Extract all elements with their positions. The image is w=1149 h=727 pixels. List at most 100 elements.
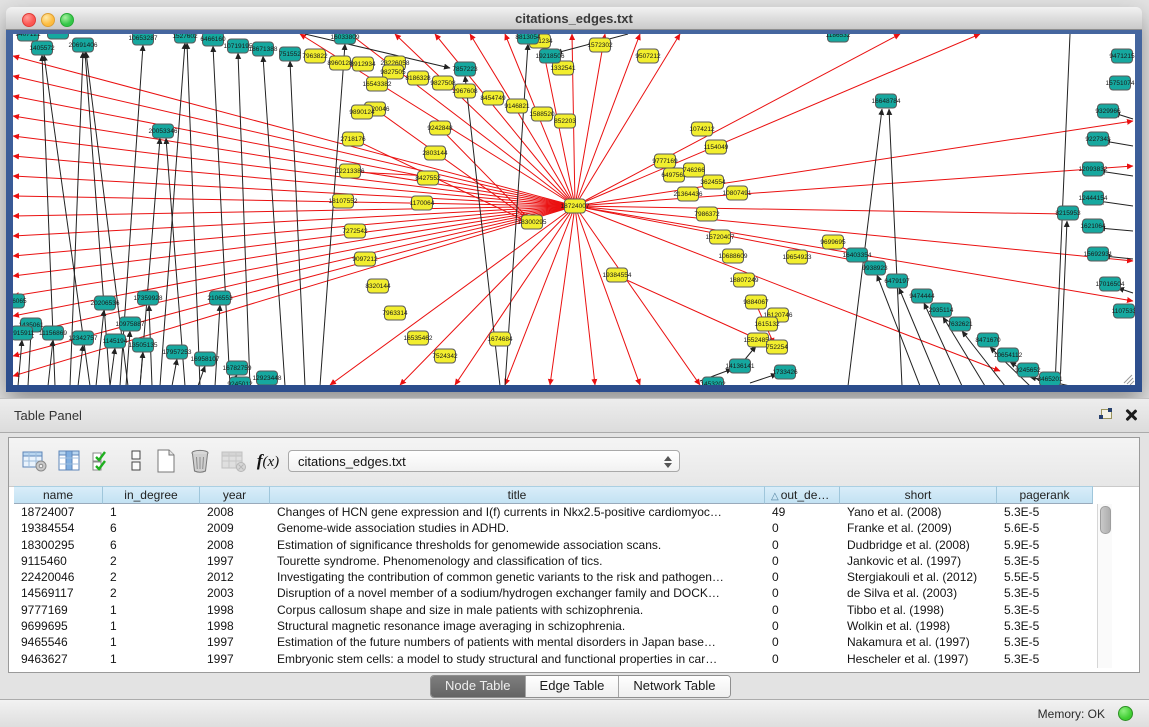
cell: 5.9E-5 [997,537,1093,553]
table-row[interactable]: 1938455462009Genome-wide association stu… [14,520,1093,536]
cell: Dudbridge et al. (2008) [840,537,997,553]
graph-edge[interactable] [13,206,575,336]
delete-entries-button[interactable] [186,447,214,475]
column-header-title[interactable]: title [270,486,765,504]
cell: 6 [103,537,200,553]
cell: 2 [103,585,200,601]
graph-canvas[interactable]: 1872400718300295193845549777169649756874… [13,34,1135,385]
cell: 9115460 [14,553,103,569]
cell: 9465546 [14,634,103,650]
cell: 2012 [200,569,270,585]
tab-edge-table[interactable]: Edge Table [526,676,620,697]
graph-edge[interactable] [575,166,1133,206]
table-row[interactable]: 1456911722003Disruption of a novel membe… [14,585,1093,601]
graph-node-label: 1154049 [704,144,729,151]
cell: 14569117 [14,585,103,601]
select-mode-button[interactable] [88,447,116,475]
cell: 5.3E-5 [997,504,1093,520]
graph-node-label: 8471670 [975,337,1001,344]
graph-edge[interactable] [575,34,900,206]
graph-node-label: 8960128 [327,60,353,67]
graph-node-label: 1405572 [29,45,55,52]
sort-ascending-icon: △ [771,491,779,502]
graph-node-label: 2935114 [929,307,954,314]
graph-edge[interactable] [575,34,640,206]
cell: 0 [765,585,840,601]
float-panel-icon[interactable] [1099,409,1113,421]
graph-edge[interactable] [238,53,250,385]
canvas-resize-grip[interactable] [1124,375,1134,385]
cell: 2 [103,569,200,585]
graph-edge[interactable] [140,352,143,385]
column-header-pagerank[interactable]: pagerank [997,486,1093,504]
new-table-button[interactable] [152,447,180,475]
graph-node-label: 12342757 [69,335,98,342]
table-settings-button[interactable] [21,447,49,475]
graph-node-label: 1527602 [172,34,198,40]
graph-edge[interactable] [172,359,177,385]
graph-edge[interactable] [550,206,575,385]
graph-edge[interactable] [215,305,220,385]
table-row[interactable]: 946362711997Embryonic stem cells: a mode… [14,651,1093,667]
table-selector-dropdown[interactable]: citations_edges.txt [288,450,680,472]
table-row[interactable]: 2242004622012Investigating the contribut… [14,569,1093,585]
column-header-in_degree[interactable]: in_degree [103,486,200,504]
tab-node-table[interactable]: Node Table [431,676,526,697]
cell: Embryonic stem cells: a model to study s… [270,651,765,667]
graph-edge[interactable] [848,109,882,385]
graph-edge[interactable] [263,56,285,385]
cell: 22420046 [14,569,103,585]
cell: Stergiakouli et al. (2012) [840,569,997,585]
table-row[interactable]: 1830029562008Estimation of significance … [14,537,1093,553]
graph-node-label: 9245652 [1015,367,1041,374]
table-row[interactable]: 911546021997Tourette syndrome. Phenomeno… [14,553,1093,569]
table-row[interactable]: 969969511998Structural magnetic resonanc… [14,618,1093,634]
graph-edge[interactable] [290,61,305,385]
graph-edge[interactable] [213,46,230,385]
memory-status-label: Memory: OK [1038,707,1105,721]
table-row[interactable]: 1872400712008Changes of HCN gene express… [14,504,1093,520]
scrollbar-thumb[interactable] [1100,506,1111,534]
graph-edge[interactable] [18,340,22,385]
row-height-button[interactable] [122,447,150,475]
column-header-name[interactable]: name [14,486,103,504]
tab-network-table[interactable]: Network Table [619,676,729,697]
cell: Investigating the contribution of common… [270,569,765,585]
memory-status-indicator[interactable] [1118,706,1133,721]
table-row[interactable]: 977716911998Corpus callosum shape and si… [14,602,1093,618]
graph-node-label: 12923448 [253,375,282,382]
graph-node-label: 2967608 [452,88,478,95]
cell: 1 [103,602,200,618]
close-panel-icon[interactable] [1124,408,1137,421]
window-titlebar[interactable]: citations_edges.txt [6,7,1142,30]
graph-edge[interactable] [889,109,902,385]
function-builder-button[interactable]: f(x) [254,447,282,475]
cell: Jankovic et al. (1997) [840,553,997,569]
graph-edge[interactable] [187,43,200,385]
table-panel-content: f(x) citations_edges.txt namein_degreeye… [8,437,1140,673]
graph-edge[interactable] [13,56,575,206]
graph-node-label: 9884067 [743,299,769,306]
graph-edge[interactable] [575,34,605,206]
graph-edge[interactable] [78,345,83,385]
cell: 2008 [200,504,270,520]
graph-edge[interactable] [110,348,115,385]
graph-edge[interactable] [96,310,104,385]
column-header-out_de[interactable]: △out_de… [765,486,840,504]
cell: 2008 [200,537,270,553]
table-panel-title: Table Panel [14,408,82,423]
table-tabs: Node TableEdge TableNetwork Table [430,675,731,698]
graph-node-label: 9699695 [820,239,846,246]
column-header-short[interactable]: short [840,486,997,504]
graph-edge[interactable] [575,206,700,385]
cell: Genome-wide association studies in ADHD. [270,520,765,536]
column-organizer-button[interactable] [56,447,84,475]
table-row[interactable]: 946554611997Estimation of the future num… [14,634,1093,650]
cell: 5.3E-5 [997,553,1093,569]
graph-node-label: 19218506 [536,53,565,60]
graph-edge[interactable] [320,44,345,385]
column-header-year[interactable]: year [200,486,270,504]
graph-node-label: 7857223 [452,66,478,73]
table-vertical-scrollbar[interactable] [1097,504,1112,668]
network-svg[interactable]: 1872400718300295193845549777169649756874… [13,34,1135,385]
